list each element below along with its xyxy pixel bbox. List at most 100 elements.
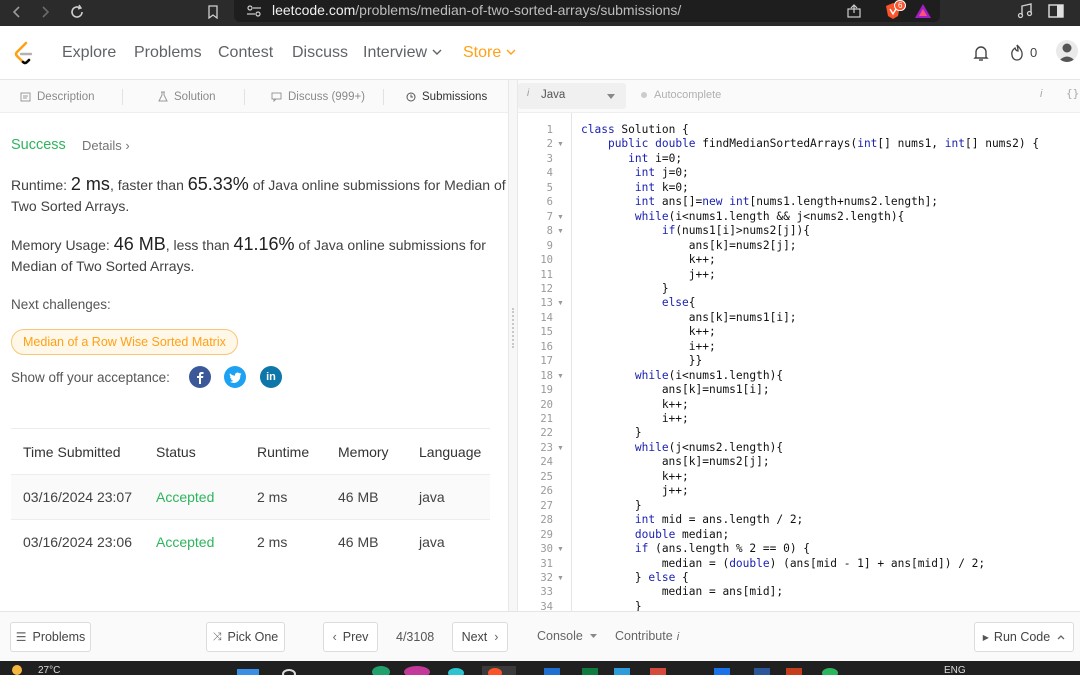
header-runtime[interactable]: Runtime	[245, 428, 326, 475]
nav-interview[interactable]: Interview	[363, 44, 442, 62]
code-line[interactable]: if(nums1[i]>nums2[j]){	[581, 224, 810, 237]
brave-shield-icon[interactable]: 6	[884, 0, 907, 20]
address-bar[interactable]: leetcode.com/problems/median-of-two-sort…	[234, 0, 940, 22]
code-line[interactable]: int ans[]=new int[nums1.length+nums2.len…	[581, 195, 938, 208]
fold-toggle-icon[interactable]: ▼	[557, 575, 564, 582]
code-line[interactable]: i++;	[581, 412, 689, 425]
cell-status-link[interactable]: Accepted	[144, 474, 245, 520]
twitter-icon[interactable]	[224, 366, 246, 388]
site-settings-icon[interactable]	[246, 4, 262, 18]
fold-toggle-icon[interactable]: ▼	[557, 373, 564, 380]
media-icon[interactable]	[1016, 2, 1034, 20]
app-icon[interactable]	[786, 668, 802, 675]
leetcode-logo-icon[interactable]	[13, 41, 33, 65]
app-icon[interactable]	[544, 668, 560, 675]
tab-submissions[interactable]: Submissions	[406, 80, 487, 113]
challenge-tag[interactable]: Median of a Row Wise Sorted Matrix	[11, 329, 238, 355]
sidebar-toggle-icon[interactable]	[1048, 3, 1064, 19]
brave-rewards-icon[interactable]	[914, 2, 932, 20]
code-line[interactable]: k++;	[581, 253, 716, 266]
bookmark-icon[interactable]	[202, 1, 224, 23]
app-icon[interactable]	[582, 668, 598, 675]
header-status[interactable]: Status	[144, 428, 245, 475]
app-icon[interactable]	[372, 666, 390, 675]
code-line[interactable]: while(i<nums1.length){	[581, 369, 783, 382]
code-line[interactable]: median = (double) (ans[mid - 1] + ans[mi…	[581, 557, 985, 570]
back-icon[interactable]	[6, 1, 28, 23]
code-line[interactable]: ans[k]=nums2[j];	[581, 455, 770, 468]
code-line[interactable]: i++;	[581, 340, 716, 353]
code-line[interactable]: }	[581, 282, 669, 295]
fold-toggle-icon[interactable]: ▼	[557, 228, 564, 235]
coins-icon[interactable]	[1010, 44, 1024, 61]
nav-explore[interactable]: Explore	[62, 44, 116, 62]
next-button[interactable]: Next ›	[452, 622, 508, 652]
nav-contest[interactable]: Contest	[218, 44, 273, 62]
problems-list-button[interactable]: ☰ Problems	[10, 622, 91, 652]
code-line[interactable]: j++;	[581, 484, 689, 497]
code-line[interactable]: double median;	[581, 528, 729, 541]
code-line[interactable]: ans[k]=nums1[i];	[581, 311, 797, 324]
pick-one-button[interactable]: ⤨ Pick One	[206, 622, 285, 652]
panel-resize-handle[interactable]	[508, 80, 518, 611]
reload-icon[interactable]	[66, 1, 88, 23]
avatar[interactable]	[1056, 40, 1078, 62]
tab-description[interactable]: Description	[20, 80, 95, 113]
code-line[interactable]: }	[581, 426, 642, 439]
app-icon[interactable]	[650, 668, 666, 675]
header-language[interactable]: Language	[407, 428, 490, 475]
app-icon[interactable]	[614, 668, 630, 675]
code-line[interactable]: ans[k]=nums1[i];	[581, 383, 770, 396]
code-line[interactable]: k++;	[581, 470, 689, 483]
code-line[interactable]: int k=0;	[581, 181, 689, 194]
fold-toggle-icon[interactable]: ▼	[557, 214, 564, 221]
braces-icon[interactable]: {}	[1066, 87, 1079, 100]
code-line[interactable]: ans[k]=nums2[j];	[581, 239, 797, 252]
app-icon[interactable]	[714, 668, 730, 675]
prev-button[interactable]: ‹ Prev	[323, 622, 378, 652]
notification-bell-icon[interactable]	[973, 44, 989, 62]
code-line[interactable]: }}	[581, 354, 702, 367]
run-code-button[interactable]: ▶ Run Code	[974, 622, 1074, 652]
nav-problems[interactable]: Problems	[134, 44, 202, 62]
brave-taskbar-icon[interactable]	[488, 668, 502, 675]
code-line[interactable]: else{	[581, 296, 696, 309]
code-line[interactable]: }	[581, 499, 642, 512]
facebook-icon[interactable]	[189, 366, 211, 388]
app-icon[interactable]	[404, 666, 430, 675]
forward-icon[interactable]	[34, 1, 56, 23]
fold-toggle-icon[interactable]: ▼	[557, 445, 564, 452]
info-icon[interactable]: i	[1040, 88, 1042, 100]
header-memory[interactable]: Memory	[326, 428, 407, 475]
cell-status-link[interactable]: Accepted	[144, 519, 245, 565]
code-line[interactable]: int mid = ans.length / 2;	[581, 513, 803, 526]
app-icon[interactable]	[448, 668, 464, 675]
code-line[interactable]: j++;	[581, 268, 716, 281]
linkedin-icon[interactable]: in	[260, 366, 282, 388]
code-line[interactable]: public double findMedianSortedArrays(int…	[581, 137, 1039, 150]
app-icon[interactable]	[822, 668, 838, 675]
autocomplete-toggle-icon[interactable]	[641, 92, 647, 98]
code-line[interactable]: class Solution {	[581, 123, 689, 136]
nav-store[interactable]: Store	[463, 44, 516, 62]
weather-icon[interactable]	[12, 665, 22, 675]
code-line[interactable]: median = ans[mid];	[581, 585, 783, 598]
share-icon[interactable]	[846, 4, 862, 18]
code-line[interactable]: k++;	[581, 398, 689, 411]
search-icon[interactable]	[282, 669, 296, 675]
code-line[interactable]: while(j<nums2.length){	[581, 441, 783, 454]
language-select[interactable]: i Java	[518, 83, 626, 109]
contribute-link[interactable]: Contribute i	[615, 629, 679, 643]
details-link[interactable]: Details ›	[82, 138, 130, 153]
code-line[interactable]: while(i<nums1.length && j<nums2.length){	[581, 210, 904, 223]
input-language[interactable]: ENG	[944, 665, 966, 675]
fold-toggle-icon[interactable]: ▼	[557, 141, 564, 148]
code-line[interactable]: k++;	[581, 325, 716, 338]
autocomplete-label[interactable]: Autocomplete	[654, 89, 721, 101]
fold-toggle-icon[interactable]: ▼	[557, 546, 564, 553]
console-toggle[interactable]: Console	[537, 629, 597, 643]
start-icon[interactable]	[237, 669, 259, 675]
fold-toggle-icon[interactable]: ▼	[557, 300, 564, 307]
code-line[interactable]: int i=0;	[581, 152, 682, 165]
code-line[interactable]: } else {	[581, 571, 689, 584]
